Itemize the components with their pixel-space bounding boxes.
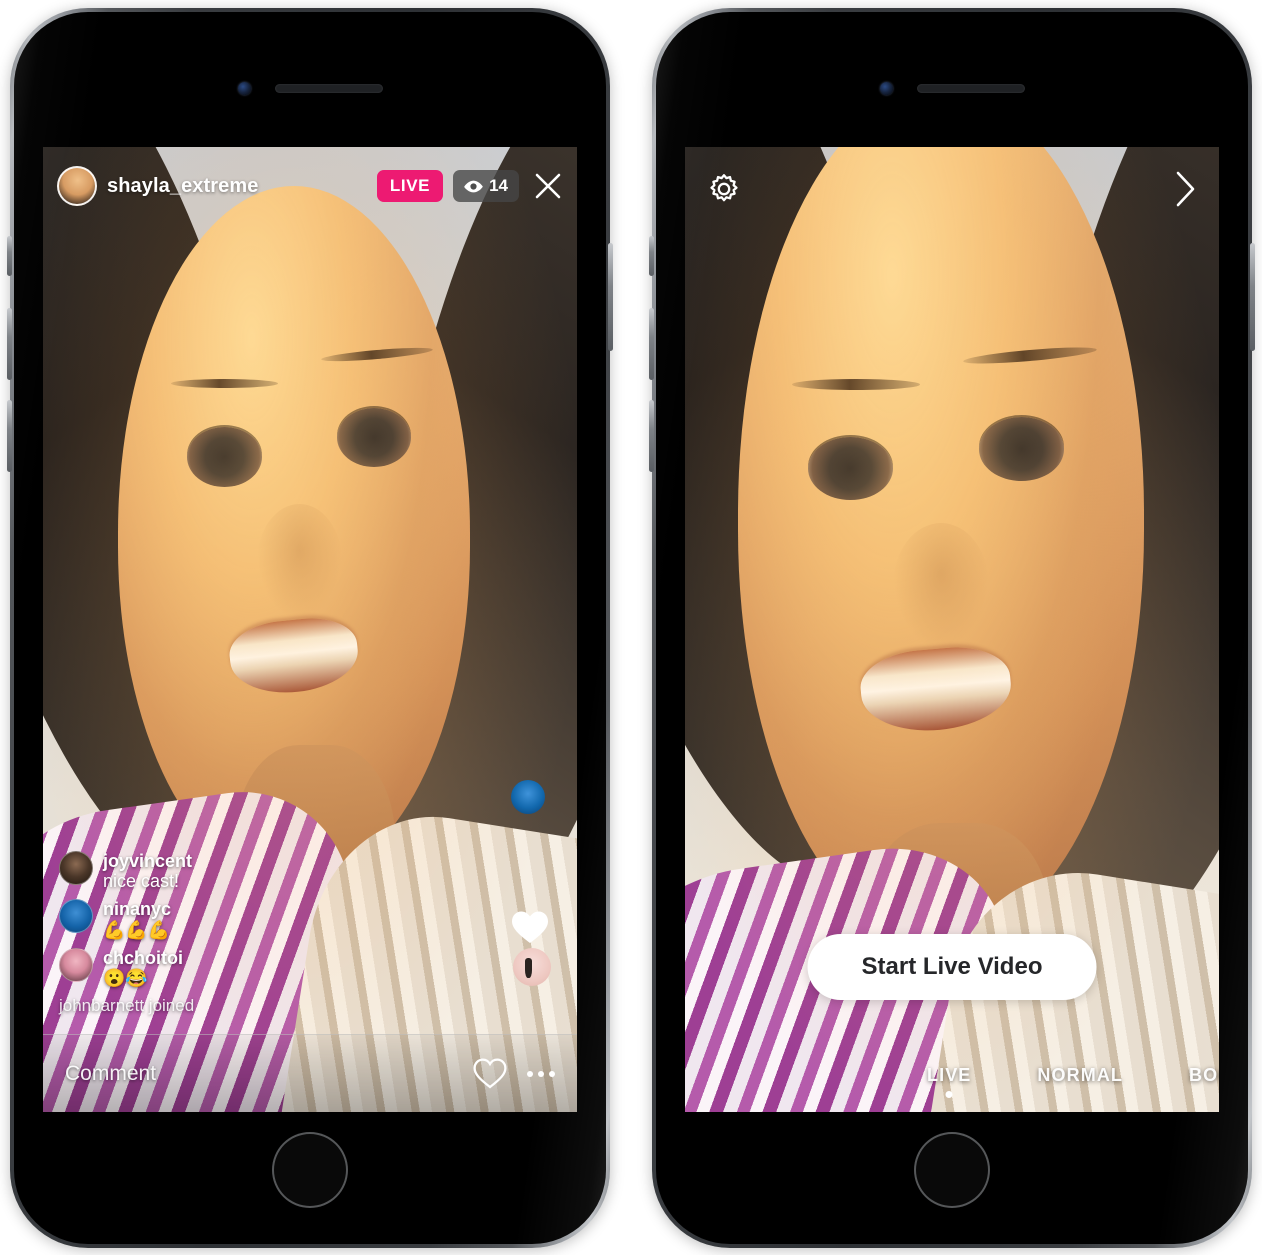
composer-top-bar [707, 169, 1197, 209]
viewer-count-pill[interactable]: 14 [453, 170, 519, 202]
floating-viewer-avatar [511, 780, 545, 814]
chevron-right-icon[interactable] [1175, 170, 1197, 208]
front-camera-icon [879, 81, 893, 95]
heart-icon[interactable] [473, 1058, 507, 1089]
mode-live[interactable]: LIVE [927, 1065, 971, 1086]
gear-icon[interactable] [707, 172, 741, 206]
comment-item[interactable]: chchoitoi 😮😂 [59, 947, 487, 988]
more-options-icon[interactable] [527, 1070, 555, 1077]
broadcaster-avatar[interactable] [57, 166, 97, 206]
commenter-avatar[interactable] [59, 851, 93, 886]
comment-input[interactable]: Comment [65, 1062, 453, 1086]
screen-broadcast: shayla_extreme LIVE 14 joyvincent nice c… [43, 147, 577, 1112]
power-button[interactable] [1250, 243, 1255, 351]
power-button[interactable] [608, 243, 613, 351]
join-notice: johnbarnett joined [59, 996, 195, 1015]
front-camera-icon [237, 81, 251, 95]
broadcast-top-bar: shayla_extreme LIVE 14 [57, 163, 563, 209]
broadcaster-username[interactable]: shayla_extreme [107, 175, 367, 198]
comment-text: nice cast! [103, 871, 180, 892]
phone-front-panel: shayla_extreme LIVE 14 joyvincent nice c… [14, 12, 606, 1244]
earpiece-speaker-icon [916, 83, 1025, 93]
comment-item[interactable]: ninanyc 💪💪💪 [59, 899, 487, 940]
commenter-username[interactable]: ninanyc [103, 899, 171, 919]
capture-mode-selector: LIVE NORMAL BOOM [685, 1052, 1219, 1098]
commenter-avatar[interactable] [59, 899, 93, 934]
start-live-video-button[interactable]: Start Live Video [807, 934, 1097, 1000]
home-button[interactable] [914, 1132, 990, 1208]
comment-text: 💪💪💪 [103, 919, 171, 940]
composer-overlay: Start Live Video LIVE NORMAL BOOM [685, 147, 1219, 1112]
phone-device-composer: Start Live Video LIVE NORMAL BOOM [649, 8, 1255, 1248]
comment-stream: joyvincent nice cast! ninanyc 💪💪💪 chchoi… [59, 851, 487, 1016]
ring-switch[interactable] [649, 236, 654, 276]
mode-boomerang[interactable]: BOOM [1189, 1065, 1219, 1086]
volume-down-button[interactable] [649, 400, 654, 472]
floating-heart-icon [512, 911, 548, 943]
ring-switch[interactable] [7, 236, 12, 276]
commenter-username[interactable]: joyvincent [103, 851, 192, 871]
eye-icon [464, 180, 483, 192]
phone-front-panel: Start Live Video LIVE NORMAL BOOM [656, 12, 1248, 1244]
volume-down-button[interactable] [7, 400, 12, 472]
viewer-count-value: 14 [489, 176, 508, 195]
screen-composer: Start Live Video LIVE NORMAL BOOM [685, 147, 1219, 1112]
mode-normal[interactable]: NORMAL [1037, 1065, 1123, 1086]
comment-text: 😮😂 [103, 967, 148, 988]
earpiece-speaker-icon [274, 83, 383, 93]
floating-reactions [505, 772, 561, 1002]
sensor-cluster [14, 80, 606, 96]
volume-up-button[interactable] [7, 308, 12, 380]
phone-device-broadcast: shayla_extreme LIVE 14 joyvincent nice c… [7, 8, 613, 1248]
commenter-username[interactable]: chchoitoi [103, 948, 183, 968]
close-icon[interactable] [533, 171, 563, 201]
comment-item[interactable]: joyvincent nice cast! [59, 851, 487, 891]
commenter-avatar[interactable] [59, 947, 93, 982]
broadcast-overlay: shayla_extreme LIVE 14 joyvincent nice c… [43, 147, 577, 1112]
comment-input-bar: Comment [43, 1034, 577, 1112]
live-badge: LIVE [376, 170, 444, 202]
sensor-cluster [656, 80, 1248, 96]
home-button[interactable] [272, 1132, 348, 1208]
floating-reaction-bubble [513, 948, 551, 986]
volume-up-button[interactable] [649, 308, 654, 380]
